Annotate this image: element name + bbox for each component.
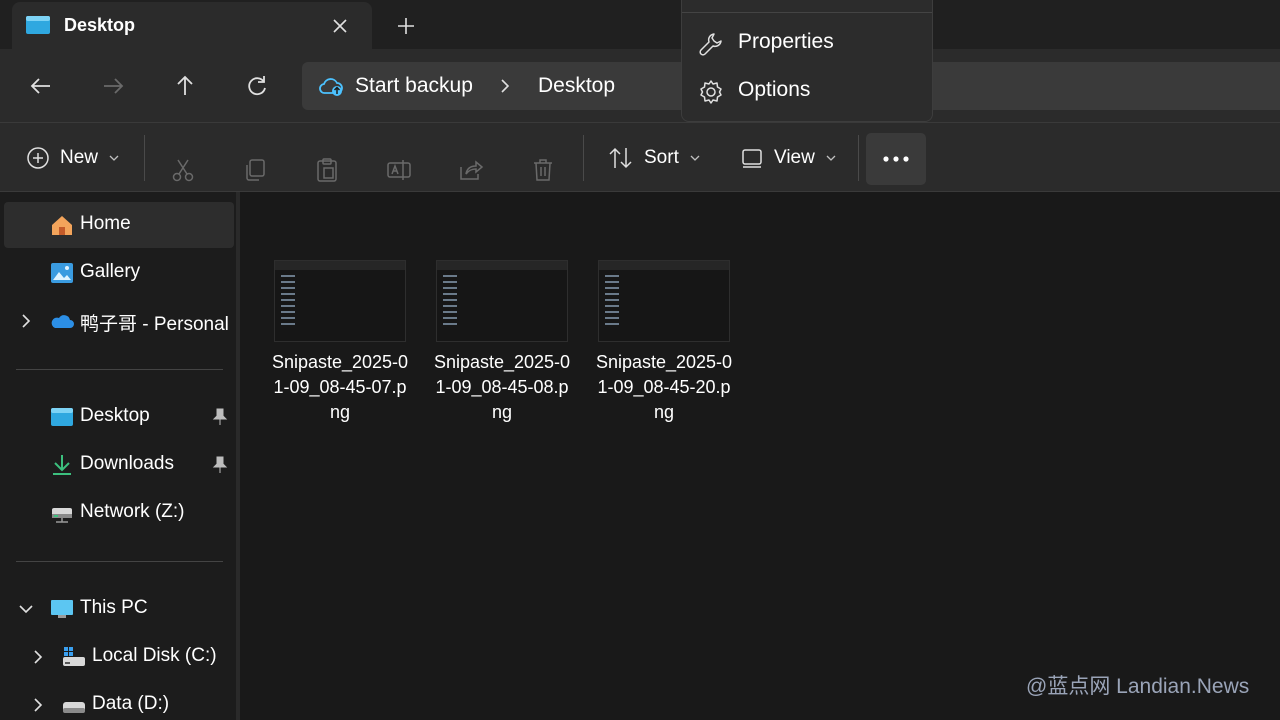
sort-icon <box>609 147 632 169</box>
watermark: @蓝点网 Landian.News <box>1026 675 1250 698</box>
divider <box>858 135 859 181</box>
command-bar: New Sort View <box>0 122 1280 192</box>
sidebar-item-label: Home <box>80 213 131 234</box>
view-label: View <box>774 147 815 168</box>
file-name: Snipaste_2025-01-09_08-45-08.png <box>433 352 571 422</box>
pin-icon[interactable] <box>212 456 228 474</box>
breadcrumb-start-backup[interactable]: Start backup <box>355 74 473 98</box>
navigation-pane: Home Gallery 鸭子哥 - Personal Desktop Down… <box>0 192 236 720</box>
navigation-row: Start backup Desktop <box>0 49 1280 122</box>
chevron-right-icon[interactable] <box>18 313 34 329</box>
file-name: Snipaste_2025-01-09_08-45-20.png <box>595 352 733 422</box>
breadcrumb-desktop[interactable]: Desktop <box>538 74 615 98</box>
forward-arrow-icon[interactable] <box>100 73 126 99</box>
title-bar: Desktop <box>0 0 1280 49</box>
file-item[interactable]: Snipaste_2025-01-09_08-45-08.png <box>432 260 572 430</box>
pc-icon <box>51 600 73 618</box>
new-tab-icon[interactable] <box>394 14 418 38</box>
sort-label: Sort <box>644 147 679 168</box>
desktop-folder-icon <box>26 16 50 34</box>
download-icon <box>53 455 71 475</box>
divider <box>144 135 145 181</box>
sidebar-item-label: This PC <box>80 597 148 618</box>
chevron-down-icon <box>826 155 836 161</box>
up-arrow-icon[interactable] <box>172 73 198 99</box>
divider <box>682 12 932 13</box>
cloud-backup-icon <box>319 78 343 96</box>
sidebar-item-label: Local Disk (C:) <box>92 645 217 666</box>
sidebar-item-desktop[interactable]: Desktop <box>4 394 234 440</box>
divider <box>583 135 584 181</box>
menu-item-label: Properties <box>738 30 834 53</box>
pin-icon[interactable] <box>212 408 228 426</box>
view-button[interactable]: View <box>740 135 837 181</box>
sidebar-item-label: 鸭子哥 - Personal <box>80 314 229 335</box>
sidebar-item-onedrive[interactable]: 鸭子哥 - Personal <box>4 298 234 344</box>
sidebar-item-downloads[interactable]: Downloads <box>4 442 234 488</box>
network-drive-icon <box>52 508 72 523</box>
menu-item-options[interactable]: Options <box>688 69 926 113</box>
chevron-right-icon[interactable] <box>30 649 46 665</box>
chevron-right-icon[interactable] <box>30 697 46 713</box>
sidebar-item-network-z[interactable]: Network (Z:) <box>4 490 234 536</box>
chevron-right-icon[interactable] <box>496 77 514 95</box>
file-name: Snipaste_2025-01-09_08-45-07.png <box>271 352 409 422</box>
menu-item-properties[interactable]: Properties <box>688 21 926 65</box>
file-list: Snipaste_2025-01-09_08-45-07.png Snipast… <box>240 192 1280 720</box>
gallery-icon <box>51 263 73 283</box>
paste-icon[interactable] <box>314 147 340 193</box>
sidebar-item-data-d[interactable]: Data (D:) <box>4 682 234 720</box>
new-button[interactable]: New <box>26 135 120 181</box>
chevron-down-icon <box>690 155 700 161</box>
sidebar-item-label: Desktop <box>80 405 150 426</box>
sidebar-item-label: Gallery <box>80 261 141 282</box>
delete-icon[interactable] <box>530 147 556 193</box>
file-item[interactable]: Snipaste_2025-01-09_08-45-20.png <box>594 260 734 430</box>
more-icon <box>883 156 909 162</box>
share-icon[interactable] <box>458 147 484 193</box>
back-arrow-icon[interactable] <box>28 73 54 99</box>
drive-icon <box>63 702 85 713</box>
file-thumbnail <box>436 260 568 342</box>
copy-icon[interactable] <box>242 147 268 193</box>
file-thumbnail <box>274 260 406 342</box>
refresh-icon[interactable] <box>244 73 270 99</box>
view-icon <box>742 149 762 168</box>
tab-title: Desktop <box>64 15 136 35</box>
gear-icon <box>700 80 722 104</box>
windows-drive-icon <box>63 647 85 666</box>
cut-icon[interactable] <box>170 147 196 193</box>
add-circle-icon <box>27 147 49 169</box>
sidebar-item-home[interactable]: Home <box>4 202 234 248</box>
chevron-down-icon <box>109 155 119 161</box>
tab-desktop[interactable]: Desktop <box>12 2 372 49</box>
sidebar-item-label: Network (Z:) <box>80 501 185 522</box>
sidebar-item-gallery[interactable]: Gallery <box>4 250 234 296</box>
see-more-menu: Properties Options <box>681 0 933 122</box>
file-item[interactable]: Snipaste_2025-01-09_08-45-07.png <box>270 260 410 430</box>
desktop-folder-icon <box>51 408 73 426</box>
new-label: New <box>60 147 99 168</box>
sidebar-item-label: Data (D:) <box>92 693 170 714</box>
rename-icon[interactable] <box>386 147 412 193</box>
sidebar-item-this-pc[interactable]: This PC <box>4 586 234 632</box>
divider <box>16 561 223 562</box>
sidebar-item-local-disk-c[interactable]: Local Disk (C:) <box>4 634 234 680</box>
onedrive-icon <box>51 315 74 328</box>
menu-item-label: Options <box>738 78 811 101</box>
chevron-down-icon[interactable] <box>18 601 34 617</box>
file-thumbnail <box>598 260 730 342</box>
close-icon[interactable] <box>328 14 352 38</box>
wrench-icon <box>699 33 722 56</box>
home-icon <box>52 216 72 235</box>
sidebar-item-label: Downloads <box>80 453 174 474</box>
divider <box>16 369 223 370</box>
see-more-button[interactable] <box>866 133 926 185</box>
sort-button[interactable]: Sort <box>608 135 701 181</box>
